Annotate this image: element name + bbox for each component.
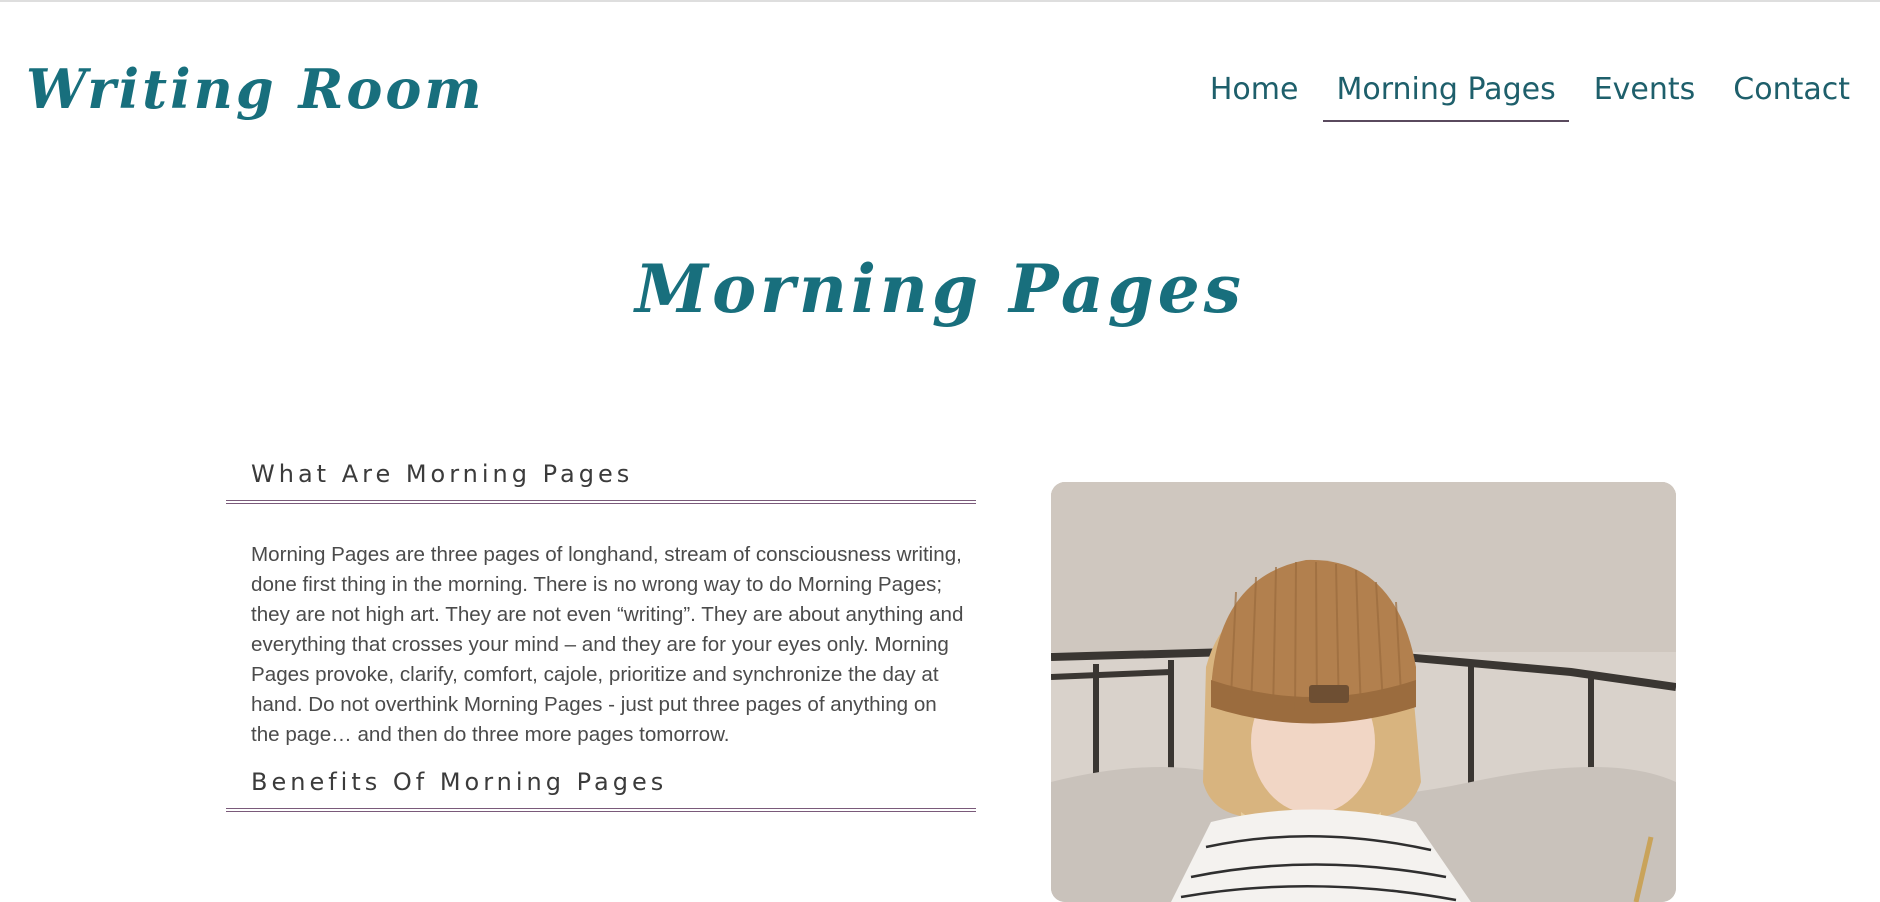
nav-morning-pages[interactable]: Morning Pages bbox=[1323, 72, 1569, 122]
main-nav: Home Morning Pages Events Contact bbox=[1185, 72, 1863, 122]
section-heading-text: Benefits Of Morning Pages bbox=[251, 768, 668, 796]
nav-events[interactable]: Events bbox=[1581, 72, 1709, 122]
section-heading-text: What Are Morning Pages bbox=[251, 460, 634, 488]
site-logo[interactable]: Writing Room bbox=[26, 59, 485, 119]
nav-home[interactable]: Home bbox=[1197, 72, 1312, 122]
main-content: What Are Morning Pages Morning Pages are… bbox=[226, 456, 976, 812]
woman-writing-photo bbox=[1051, 482, 1676, 902]
section-paragraph: Morning Pages are three pages of longhan… bbox=[251, 543, 964, 746]
section-heading-benefits: Benefits Of Morning Pages bbox=[226, 764, 976, 812]
top-border bbox=[0, 0, 1880, 2]
section-heading-what: What Are Morning Pages bbox=[226, 456, 976, 504]
photo-illustration bbox=[1051, 482, 1676, 902]
nav-contact[interactable]: Contact bbox=[1720, 72, 1863, 122]
page-title: Morning Pages bbox=[635, 250, 1245, 328]
